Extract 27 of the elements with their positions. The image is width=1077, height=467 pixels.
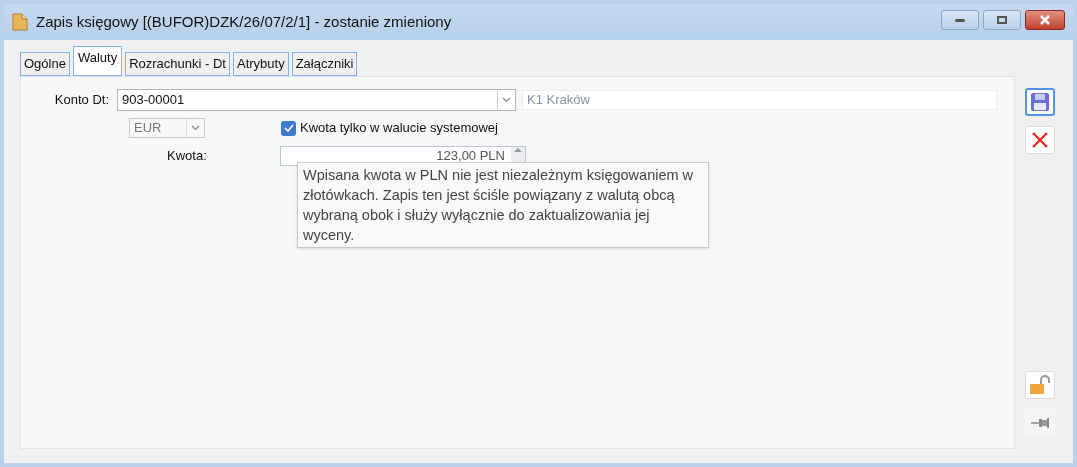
close-icon bbox=[1031, 131, 1049, 149]
window-title: Zapis księgowy [(BUFOR)DZK/26/07/2/1] - zostanie zmieniony bbox=[36, 11, 453, 32]
pin-button[interactable] bbox=[1025, 409, 1055, 437]
maximize-button[interactable] bbox=[983, 10, 1021, 30]
cancel-button[interactable] bbox=[1025, 126, 1055, 154]
checkbox[interactable] bbox=[281, 120, 296, 136]
tab[interactable]: Atrybuty bbox=[233, 52, 289, 76]
tab[interactable]: Załączniki bbox=[291, 52, 358, 76]
tab[interactable]: Rozrachunki - Dt bbox=[125, 52, 230, 76]
save-button[interactable] bbox=[1025, 88, 1055, 116]
account-label: Konto Dt: bbox=[53, 91, 110, 110]
minimize-button[interactable] bbox=[941, 10, 979, 30]
close-button[interactable] bbox=[1025, 10, 1065, 30]
close-icon bbox=[1039, 15, 1051, 25]
checkbox-label: Kwota tylko w walucie systemowej bbox=[300, 119, 498, 138]
padlock-icon bbox=[1029, 375, 1051, 395]
amount-label: Kwota: bbox=[167, 147, 208, 166]
currency-combo[interactable]: EUR bbox=[129, 118, 205, 138]
account-combo[interactable]: 903-00001 bbox=[117, 89, 516, 111]
spin-up-icon bbox=[514, 147, 522, 152]
lock-button[interactable] bbox=[1025, 371, 1055, 399]
account-name-field: K1 Kraków bbox=[522, 90, 997, 110]
pin-icon bbox=[1030, 416, 1050, 430]
tooltip: Wpisana kwota w PLN nie jest niezależnym księgowaniem w złotówkach. Zapis ten jest ściśle powiązany z walutą obcą wybraną obok i służy wyłącznie do zaktualizowania jej wyceny. bbox=[297, 162, 709, 248]
document-icon bbox=[12, 13, 28, 31]
tab[interactable]: Waluty bbox=[72, 46, 123, 76]
tab[interactable]: Ogólne bbox=[20, 52, 70, 76]
